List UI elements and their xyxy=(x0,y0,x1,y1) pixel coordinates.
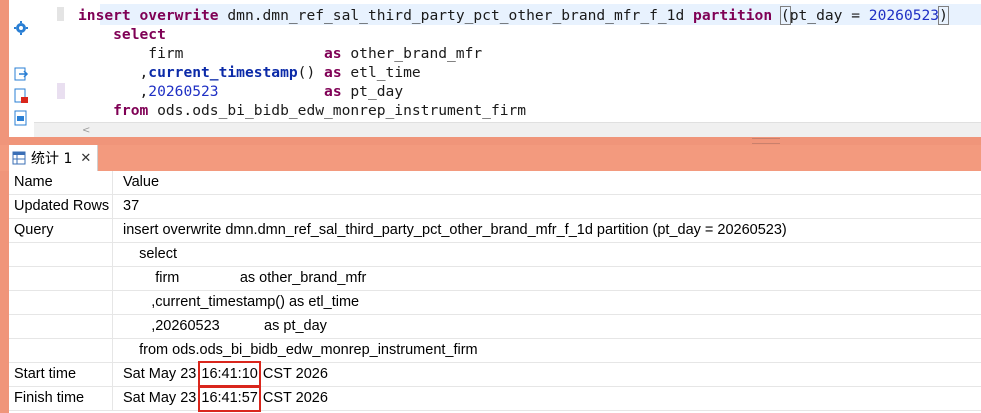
row-name xyxy=(9,315,113,338)
code-line[interactable]: from ods.ods_bi_bidb_edw_monrep_instrume… xyxy=(78,101,526,120)
code-token: () xyxy=(297,64,325,81)
table-row: Query insert overwrite dmn.dmn_ref_sal_th… xyxy=(9,219,803,243)
start-time-highlight: 16:41:10 xyxy=(198,361,261,388)
editor-gutter xyxy=(9,0,35,137)
row-name: Name xyxy=(9,171,113,194)
code-token: ) xyxy=(938,6,949,25)
tab-label: 统计 1 xyxy=(31,151,73,167)
row-value: ,current_timestamp() as etl_time xyxy=(123,294,360,310)
row-name: Updated Rows xyxy=(9,195,113,218)
table-grid-icon xyxy=(12,151,26,165)
table-row: ,current_timestamp() as etl_time xyxy=(9,291,803,315)
code-token: etl_time xyxy=(350,64,421,81)
close-icon[interactable]: ✕ xyxy=(80,152,91,165)
row-value: firm as other_brand_mfr xyxy=(123,270,367,286)
table-row: select xyxy=(9,243,803,267)
table-row-finish-time: Finish time Sat May 23 16:41:57 CST 2026 xyxy=(9,385,803,412)
code-line[interactable]: insert overwrite dmn.dmn_ref_sal_third_p… xyxy=(78,6,949,25)
document-error-icon[interactable] xyxy=(13,88,29,104)
code-token: partition xyxy=(693,7,781,24)
code-line[interactable]: firm as other_brand_mfr xyxy=(78,44,482,63)
row-value: Value xyxy=(123,174,160,190)
code-token: , xyxy=(78,64,149,81)
code-line[interactable]: ,current_timestamp() as etl_time xyxy=(78,63,421,82)
left-panel-edge xyxy=(0,0,9,413)
finish-time-highlight: 16:41:57 xyxy=(198,385,261,412)
code-token: ods.ods_bi_bidb_edw_monrep_instrument_fi… xyxy=(157,102,527,119)
row-name: Start time xyxy=(9,363,113,386)
row-name xyxy=(9,339,113,362)
code-token: pt_day xyxy=(350,83,404,100)
code-token: other_brand_mfr xyxy=(350,45,483,62)
code-line[interactable]: ,20260523 as pt_day xyxy=(78,82,404,101)
code-token: select xyxy=(78,26,166,43)
code-token: as xyxy=(324,64,351,81)
fold-indicator[interactable] xyxy=(57,7,64,21)
line-marker xyxy=(57,83,65,99)
row-value: select xyxy=(123,246,177,262)
code-token: firm xyxy=(78,45,325,62)
row-value: 37 xyxy=(123,198,140,214)
code-token: ( xyxy=(779,6,791,25)
text-caret xyxy=(947,6,949,23)
row-name: Finish time xyxy=(9,387,113,410)
table-row: ,20260523 as pt_day xyxy=(9,315,803,339)
row-value: ,20260523 as pt_day xyxy=(123,318,327,334)
sash-grip-handle[interactable] xyxy=(752,138,780,144)
panel-divider[interactable] xyxy=(0,137,981,145)
row-value: from ods.ods_bi_bidb_edw_monrep_instrume… xyxy=(123,342,478,358)
table-row: Name Value xyxy=(9,171,803,195)
code-token: as xyxy=(324,83,351,100)
code-token: insert overwrite xyxy=(78,7,228,24)
row-name xyxy=(9,243,113,266)
code-token: pt_day = xyxy=(789,7,869,24)
code-token: , xyxy=(78,83,149,100)
scroll-left-arrow-icon[interactable]: < xyxy=(82,125,90,136)
sql-editor[interactable]: insert overwrite dmn.dmn_ref_sal_third_p… xyxy=(34,0,981,122)
export-icon[interactable] xyxy=(13,66,29,82)
code-token: current_timestamp xyxy=(148,64,298,81)
horizontal-scrollbar[interactable]: < xyxy=(34,122,981,138)
table-row: firm as other_brand_mfr xyxy=(9,267,803,291)
results-table: Name Value Updated Rows 37 Query insert overw… xyxy=(9,171,981,413)
code-line[interactable]: select xyxy=(78,25,166,44)
code-token: dmn.dmn_ref_sal_third_party_pct_other_br… xyxy=(227,7,694,24)
code-token: as xyxy=(324,45,351,62)
table-row-start-time: Start time Sat May 23 16:41:10 CST 2026 xyxy=(9,361,803,388)
tab-statistics-1[interactable]: 统计 1 ✕ xyxy=(9,145,98,171)
row-value: insert overwrite dmn.dmn_ref_sal_third_p… xyxy=(123,222,787,238)
row-name xyxy=(9,291,113,314)
row-value: Sat May 23 16:41:10 CST 2026 xyxy=(114,361,803,388)
row-value: Sat May 23 16:41:57 CST 2026 xyxy=(114,385,803,412)
document-data-icon[interactable] xyxy=(13,110,29,126)
row-name: Query xyxy=(9,219,113,242)
row-name xyxy=(9,267,113,290)
table-row: from ods.ods_bi_bidb_edw_monrep_instrume… xyxy=(9,339,803,363)
results-tab-bar: 统计 1 ✕ xyxy=(0,145,981,171)
code-token: 20260523 xyxy=(868,7,940,24)
code-token: from xyxy=(78,102,158,119)
code-token: 20260523 xyxy=(148,83,219,100)
table-row: Updated Rows 37 xyxy=(9,195,803,219)
gear-icon[interactable] xyxy=(13,20,29,36)
